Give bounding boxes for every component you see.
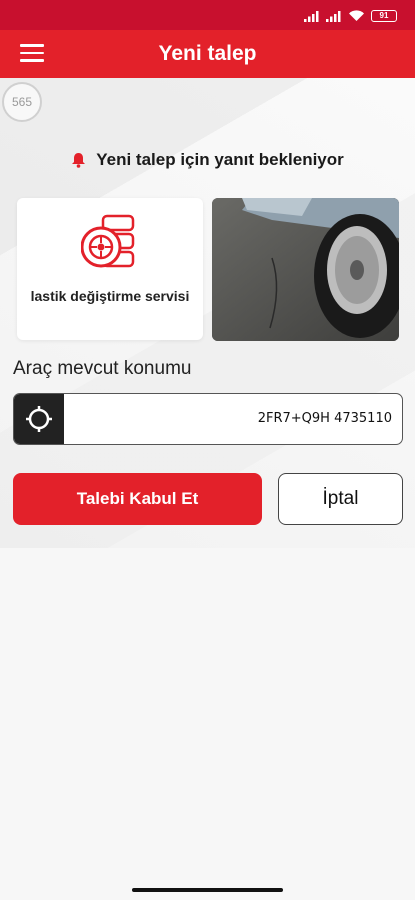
location-value: 2FR7+Q9H 4735110 — [257, 411, 392, 426]
tire-stack-icon — [81, 214, 135, 268]
location-field[interactable]: 2FR7+Q9H 4735110 — [13, 393, 403, 445]
service-label: lastik değiştirme servisi — [30, 288, 190, 304]
status-bar: 91 — [0, 0, 415, 30]
counter-badge: 565 — [2, 82, 42, 122]
status-message-text: Yeni talep için yanıt bekleniyor — [96, 150, 344, 169]
wifi-icon — [349, 10, 364, 21]
cancel-button[interactable]: İptal — [278, 473, 403, 525]
battery-indicator: 91 — [371, 9, 397, 22]
gps-locate-button[interactable] — [14, 394, 64, 444]
bell-icon — [72, 153, 86, 168]
signal-icon — [304, 10, 319, 22]
menu-icon[interactable] — [20, 44, 44, 64]
signal-icon — [326, 10, 341, 22]
status-icons: 91 — [304, 9, 397, 22]
crosshair-icon — [26, 406, 52, 432]
service-card: lastik değiştirme servisi — [17, 198, 203, 340]
app-bar: Yeni talep — [0, 30, 415, 78]
location-label: Araç mevcut konumu — [13, 358, 192, 379]
accept-request-button[interactable]: Talebi Kabul Et — [13, 473, 262, 525]
home-indicator[interactable] — [132, 888, 283, 892]
vehicle-photo — [212, 198, 399, 341]
page-title: Yeni talep — [158, 42, 257, 65]
status-message: Yeni talep için yanıt bekleniyor — [0, 150, 415, 170]
